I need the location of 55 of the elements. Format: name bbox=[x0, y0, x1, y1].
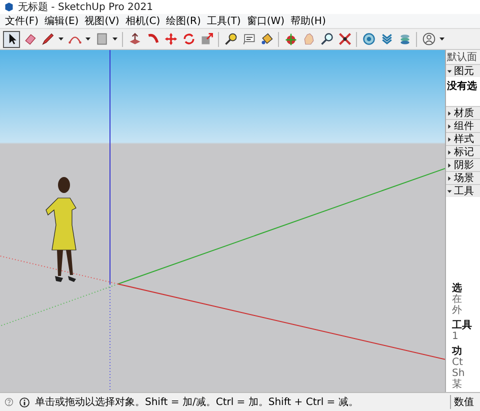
panel-header[interactable]: 标记 bbox=[446, 145, 480, 158]
push-pull-icon bbox=[128, 32, 142, 46]
instructor-text: Sh bbox=[452, 368, 466, 379]
eraser-icon bbox=[22, 32, 36, 46]
instructor-heading: 选 bbox=[452, 283, 463, 294]
entity-info-text: 没有选 bbox=[446, 80, 478, 94]
help-icon bbox=[4, 397, 14, 407]
window-title: 无标题 - SketchUp Pro 2021 bbox=[18, 0, 153, 14]
instructor-heading: 工具 bbox=[452, 320, 473, 331]
panel-header[interactable]: 样式 bbox=[446, 132, 480, 145]
panel-header[interactable]: 场景 bbox=[446, 171, 480, 184]
panel-header[interactable]: 组件 bbox=[446, 119, 480, 132]
caret-icon bbox=[438, 35, 446, 43]
tray-title: 默认面 bbox=[446, 50, 480, 64]
menu-item[interactable]: 编辑(E) bbox=[42, 14, 82, 28]
menu-item[interactable]: 帮助(H) bbox=[288, 14, 329, 28]
menu-item[interactable]: 相机(C) bbox=[122, 14, 164, 28]
rectangle-icon bbox=[94, 32, 108, 46]
menu-item[interactable]: 绘图(R) bbox=[163, 14, 204, 28]
pencil-tool-button[interactable] bbox=[39, 30, 56, 48]
zoom-extents-tool-button[interactable] bbox=[336, 30, 353, 48]
text-label-icon bbox=[242, 32, 256, 46]
panel-header[interactable]: 材质 bbox=[446, 106, 480, 119]
instructor-text: 在 bbox=[452, 294, 463, 305]
caret-icon bbox=[57, 35, 65, 43]
select-arrow-tool-button[interactable] bbox=[3, 30, 20, 48]
instructor-text: 某 bbox=[452, 379, 463, 390]
layers-icon bbox=[398, 32, 412, 46]
status-message: 单击或拖动以选择对象。Shift = 加/减。Ctrl = 加。Shift + Ctrl = 减。 bbox=[35, 396, 358, 409]
panel-header[interactable]: 工具 bbox=[446, 184, 480, 197]
menu-item[interactable]: 文件(F) bbox=[2, 14, 42, 28]
panel-header[interactable]: 阴影 bbox=[446, 158, 480, 171]
paint-bucket-icon bbox=[260, 32, 274, 46]
menu-item[interactable]: 工具(T) bbox=[204, 14, 244, 28]
instructor-text: 外 bbox=[452, 305, 463, 316]
pencil-icon bbox=[40, 32, 54, 46]
account-icon bbox=[422, 32, 436, 46]
app-logo-icon bbox=[4, 2, 14, 12]
instructor-heading: 功 bbox=[452, 346, 463, 357]
measurements-label: 数值 bbox=[450, 395, 476, 409]
caret-icon bbox=[111, 35, 119, 43]
caret-icon bbox=[84, 35, 92, 43]
instructor-text: 1 bbox=[452, 331, 460, 342]
menu-item[interactable]: 视图(V) bbox=[82, 14, 122, 28]
menu-item[interactable]: 窗口(W) bbox=[244, 14, 288, 28]
warehouse-tool-button[interactable] bbox=[360, 30, 377, 48]
panel-header[interactable]: 图元 bbox=[446, 64, 480, 77]
scale-icon bbox=[200, 32, 214, 46]
info-icon bbox=[19, 396, 30, 408]
move-arrows-icon bbox=[164, 32, 178, 46]
account-tool-button[interactable] bbox=[420, 30, 437, 48]
zoom-icon bbox=[320, 32, 334, 46]
tape-measure-icon bbox=[224, 32, 238, 46]
instructor-text: Ct bbox=[452, 357, 464, 368]
rotate-arrows-icon bbox=[182, 32, 196, 46]
